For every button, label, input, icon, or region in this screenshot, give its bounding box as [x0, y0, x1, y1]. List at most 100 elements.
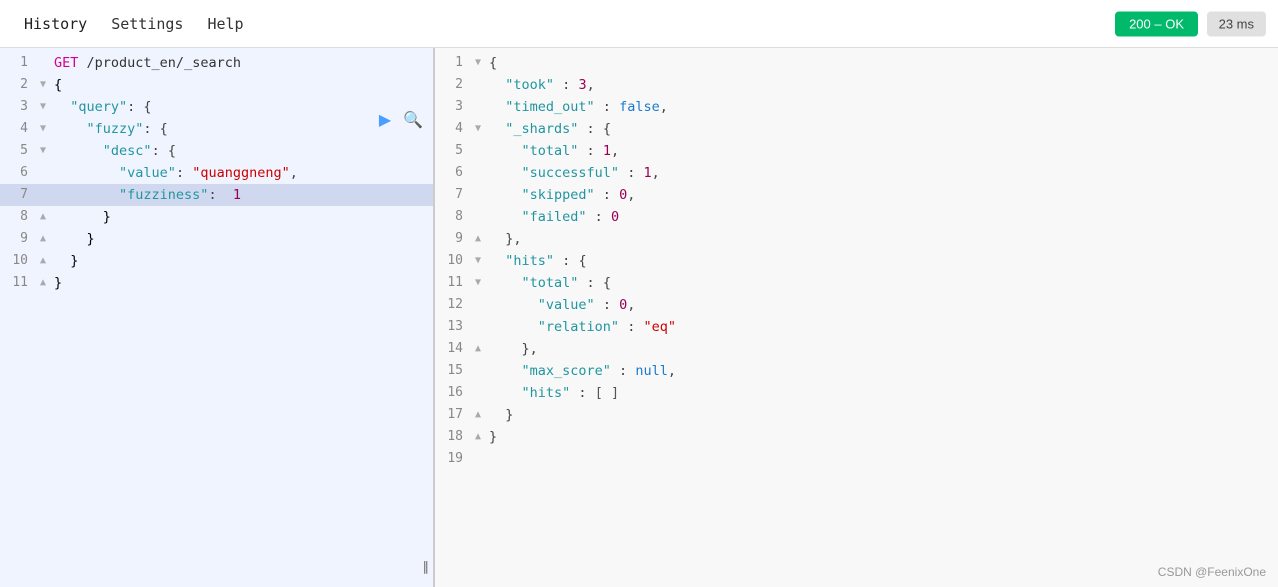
line-number: 4: [435, 118, 471, 140]
fold-gutter[interactable]: ▼: [471, 272, 485, 294]
table-row: 17▲ }: [435, 404, 1278, 426]
line-content: "_shards" : {: [485, 118, 1278, 140]
line-number: 18: [435, 426, 471, 448]
response-editor[interactable]: 1▼{2 "took" : 3,3 "timed_out" : false,4▼…: [435, 48, 1278, 587]
fold-gutter[interactable]: ▲: [36, 250, 50, 272]
fold-gutter[interactable]: ▲: [36, 228, 50, 250]
line-number: 2: [0, 74, 36, 96]
status-badge: 200 – OK: [1115, 11, 1198, 36]
line-number: 19: [435, 448, 471, 470]
right-panel: 1▼{2 "took" : 3,3 "timed_out" : false,4▼…: [435, 48, 1278, 587]
table-row: 2 "took" : 3,: [435, 74, 1278, 96]
run-button[interactable]: ▶: [373, 108, 397, 132]
line-content: "skipped" : 0,: [485, 184, 1278, 206]
line-number: 12: [435, 294, 471, 316]
line-number: 17: [435, 404, 471, 426]
action-buttons: ▶ 🔍: [373, 108, 425, 132]
table-row: 15 "max_score" : null,: [435, 360, 1278, 382]
table-row: 4▼ "_shards" : {: [435, 118, 1278, 140]
table-row: 8▲ }: [0, 206, 433, 228]
table-row: 13 "relation" : "eq": [435, 316, 1278, 338]
main-area: 1GET /product_en/_search2▼{3▼ "query": {…: [0, 48, 1278, 587]
line-number: 9: [435, 228, 471, 250]
watermark: CSDN @FeenixOne: [1158, 565, 1266, 579]
line-number: 7: [0, 184, 36, 206]
table-row: 5 "total" : 1,: [435, 140, 1278, 162]
table-row: 10▼ "hits" : {: [435, 250, 1278, 272]
line-number: 7: [435, 184, 471, 206]
fold-gutter[interactable]: ▲: [36, 272, 50, 294]
nav-history[interactable]: History: [12, 0, 99, 47]
fold-gutter[interactable]: ▲: [471, 338, 485, 360]
table-row: 11▲}: [0, 272, 433, 294]
timing-badge: 23 ms: [1207, 11, 1266, 36]
top-nav: History Settings Help 200 – OK 23 ms: [0, 0, 1278, 48]
line-number: 1: [0, 52, 36, 74]
table-row: 9▲ }: [0, 228, 433, 250]
fold-gutter[interactable]: ▼: [36, 140, 50, 162]
fold-gutter[interactable]: ▼: [471, 250, 485, 272]
fold-gutter[interactable]: ▲: [36, 206, 50, 228]
nav-help[interactable]: Help: [195, 0, 255, 47]
line-number: 10: [435, 250, 471, 272]
line-content: "hits" : [ ]: [485, 382, 1278, 404]
line-content: }: [50, 228, 433, 250]
fold-gutter[interactable]: ▼: [36, 96, 50, 118]
line-content: "value" : 0,: [485, 294, 1278, 316]
table-row: 3▼ "query": {: [0, 96, 433, 118]
line-number: 8: [0, 206, 36, 228]
fold-gutter[interactable]: ▼: [471, 118, 485, 140]
fold-gutter[interactable]: ▼: [36, 74, 50, 96]
line-number: 5: [435, 140, 471, 162]
line-number: 1: [435, 52, 471, 74]
nav-settings[interactable]: Settings: [99, 0, 195, 47]
table-row: 1 GET /product_en/_search: [0, 52, 433, 74]
table-row: 4▼ "fuzzy": {: [0, 118, 433, 140]
fold-gutter[interactable]: ▼: [471, 52, 485, 74]
line-number: 16: [435, 382, 471, 404]
fold-gutter[interactable]: ▼: [36, 118, 50, 140]
line-content: "timed_out" : false,: [485, 96, 1278, 118]
line-content: GET /product_en/_search: [50, 52, 433, 74]
table-row: 2▼{: [0, 74, 433, 96]
line-number: 9: [0, 228, 36, 250]
line-content: "failed" : 0: [485, 206, 1278, 228]
line-content: "successful" : 1,: [485, 162, 1278, 184]
line-content: "took" : 3,: [485, 74, 1278, 96]
line-number: 5: [0, 140, 36, 162]
line-content: "total" : 1,: [485, 140, 1278, 162]
fold-gutter[interactable]: ▲: [471, 228, 485, 250]
request-editor[interactable]: 1GET /product_en/_search2▼{3▼ "query": {…: [0, 48, 433, 587]
table-row: 6 "successful" : 1,: [435, 162, 1278, 184]
line-number: 11: [435, 272, 471, 294]
table-row: 12 "value" : 0,: [435, 294, 1278, 316]
search-button[interactable]: 🔍: [401, 108, 425, 132]
line-content: },: [485, 228, 1278, 250]
table-row: 19: [435, 448, 1278, 470]
fold-gutter[interactable]: ▲: [471, 426, 485, 448]
table-row: 14▲ },: [435, 338, 1278, 360]
table-row: 7 "skipped" : 0,: [435, 184, 1278, 206]
line-content: "value": "quanggneng",: [50, 162, 433, 184]
line-number: 3: [0, 96, 36, 118]
line-content: }: [50, 250, 433, 272]
line-number: 13: [435, 316, 471, 338]
line-content: "hits" : {: [485, 250, 1278, 272]
line-number: 15: [435, 360, 471, 382]
line-content: }: [50, 206, 433, 228]
line-number: 6: [0, 162, 36, 184]
line-number: 3: [435, 96, 471, 118]
table-row: 3 "timed_out" : false,: [435, 96, 1278, 118]
table-row: 10▲ }: [0, 250, 433, 272]
line-content: {: [50, 74, 433, 96]
table-row: 11▼ "total" : {: [435, 272, 1278, 294]
line-number: 10: [0, 250, 36, 272]
fold-gutter[interactable]: ▲: [471, 404, 485, 426]
table-row: 16 "hits" : [ ]: [435, 382, 1278, 404]
line-number: 14: [435, 338, 471, 360]
line-number: 2: [435, 74, 471, 96]
line-content: "total" : {: [485, 272, 1278, 294]
divider-handle: ∥: [423, 560, 430, 575]
table-row: 7 "fuzziness": 1: [0, 184, 433, 206]
line-content: }: [485, 404, 1278, 426]
